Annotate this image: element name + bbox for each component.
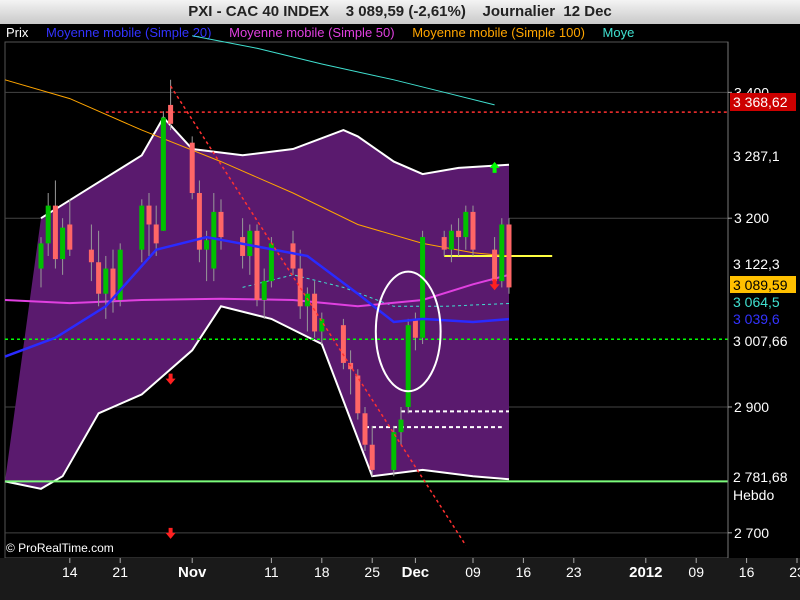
candle-body bbox=[470, 211, 476, 250]
candle-body bbox=[96, 262, 102, 294]
candle-body bbox=[506, 224, 512, 288]
candle-body bbox=[103, 268, 109, 294]
x-tick-label: 09 bbox=[688, 564, 704, 580]
y-tick-label: 2 700 bbox=[734, 525, 769, 541]
x-tick-label: 16 bbox=[739, 564, 755, 580]
candle-body bbox=[456, 230, 462, 238]
candle-body bbox=[146, 205, 152, 225]
candle-body bbox=[247, 230, 253, 256]
candle-body bbox=[297, 268, 303, 307]
price-tag-label: 2 781,68 bbox=[733, 469, 788, 485]
x-tick-label: 09 bbox=[465, 564, 481, 580]
candle-body bbox=[38, 243, 44, 269]
price-tag-label: 3 287,1 bbox=[733, 148, 780, 164]
x-tick-label: 21 bbox=[112, 564, 128, 580]
candle-body bbox=[88, 249, 94, 263]
candle-body bbox=[196, 193, 202, 250]
candle-body bbox=[463, 211, 469, 238]
candle-body bbox=[499, 224, 505, 282]
candle-body bbox=[492, 249, 498, 282]
x-tick-label: 25 bbox=[364, 564, 380, 580]
x-tick-label: 2012 bbox=[629, 564, 662, 581]
candle-body bbox=[261, 281, 267, 300]
x-tick-label: 11 bbox=[264, 564, 279, 580]
price-chart[interactable]: 3 4003 2002 9002 7003 368,623 287,13 122… bbox=[0, 0, 800, 600]
candle-body bbox=[290, 243, 296, 269]
candle-body bbox=[60, 227, 66, 260]
watermark: © ProRealTime.com bbox=[6, 541, 114, 555]
candle-body bbox=[204, 240, 210, 250]
candle-body bbox=[369, 444, 375, 470]
price-tag-label: 3 368,62 bbox=[733, 94, 788, 110]
candle-body bbox=[448, 230, 454, 250]
candle-body bbox=[168, 104, 174, 124]
candle-body bbox=[254, 230, 260, 300]
candle-body bbox=[52, 205, 58, 260]
price-tag-label: 3 039,6 bbox=[733, 311, 780, 327]
price-tag-label: 3 007,66 bbox=[733, 333, 788, 349]
x-tick-label: 23 bbox=[566, 564, 582, 580]
candle-body bbox=[160, 117, 166, 231]
candle-body bbox=[441, 237, 447, 250]
candle-body bbox=[67, 224, 73, 250]
candle-body bbox=[211, 211, 217, 269]
candle-body bbox=[412, 318, 418, 338]
candle-body bbox=[218, 211, 224, 238]
candle-body bbox=[153, 224, 159, 244]
price-tag-label: 3 064,5 bbox=[733, 294, 780, 310]
candle-body bbox=[240, 237, 246, 256]
candle-body bbox=[405, 325, 411, 407]
price-tag-label: 3 122,3 bbox=[733, 256, 780, 272]
candle-body bbox=[189, 142, 195, 194]
candle-body bbox=[391, 432, 397, 470]
y-tick-label: 3 200 bbox=[734, 210, 769, 226]
x-tick-label: 18 bbox=[314, 564, 330, 580]
x-tick-label: 23 bbox=[789, 564, 800, 580]
candle-body bbox=[312, 293, 318, 332]
y-tick-label: 2 900 bbox=[734, 399, 769, 415]
x-tick-label: Nov bbox=[178, 564, 207, 581]
candle-body bbox=[45, 205, 51, 244]
x-tick-label: 14 bbox=[62, 564, 78, 580]
candle-body bbox=[362, 413, 368, 445]
hebdo-label: Hebdo bbox=[733, 487, 774, 503]
x-tick-label: 16 bbox=[516, 564, 532, 580]
x-tick-label: Dec bbox=[402, 564, 430, 581]
candle-body bbox=[139, 205, 145, 250]
candle-body bbox=[340, 325, 346, 363]
price-tag-label: 3 089,59 bbox=[733, 277, 788, 293]
candle-body bbox=[398, 419, 404, 433]
candle-body bbox=[420, 237, 426, 338]
